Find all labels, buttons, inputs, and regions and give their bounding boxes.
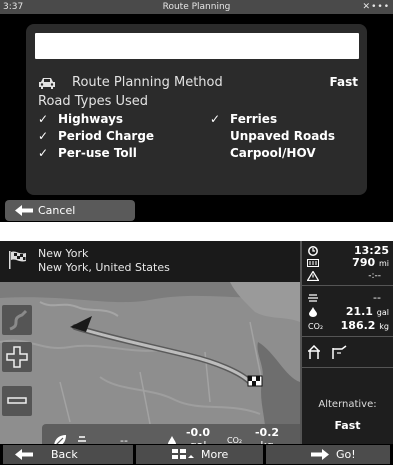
toll-icon [78, 436, 86, 442]
road-type-label: Period Charge [58, 129, 155, 143]
divider [302, 367, 393, 368]
bottom-toolbar: Back More Go! [0, 444, 393, 465]
co2-row: CO₂ 186.2 kg [308, 320, 389, 332]
check-icon: ✓ [38, 146, 49, 160]
route-summary-panel: 13:25 790 mi -:-- -- 21.1 gal CO₂ 186.2 [300, 241, 393, 444]
more-icon [172, 449, 194, 459]
tunnel-icon [308, 345, 320, 359]
zoom-in-button[interactable] [2, 342, 32, 372]
stats-fuel: -0.0 gal [182, 426, 214, 444]
arrow-left-icon [15, 449, 33, 460]
road-type-label: Highways [58, 112, 124, 126]
fuel-drop-icon [168, 436, 176, 444]
road-warning-icon [332, 345, 347, 359]
co2-value: 186.2 [340, 319, 376, 332]
status-indicators: ✕••• [362, 2, 390, 12]
go-label: Go! [336, 448, 356, 461]
distance-value: 790 [352, 256, 376, 269]
stats-co2: -0.2 kg [252, 426, 282, 444]
co2-unit: kg [379, 322, 389, 331]
route-map[interactable]: -- -0.0 gal CO₂ -0.2 kg [0, 282, 300, 444]
stats-distance: -- [120, 434, 128, 444]
road-type-carpool[interactable]: Carpool/HOV [230, 145, 316, 161]
check-icon: ✓ [38, 112, 49, 126]
warning-row: -:-- [308, 270, 389, 282]
route-planning-method-row[interactable]: Route Planning Method Fast [38, 75, 358, 93]
toll-value: -- [373, 291, 381, 304]
route-settings-panel: Route Planning Method Fast Road Types Us… [26, 24, 367, 195]
alternative-value[interactable]: Fast [302, 419, 393, 432]
route-options-button[interactable] [2, 305, 32, 335]
route-icon [9, 309, 28, 331]
check-icon: ✓ [210, 112, 221, 126]
route-method-label: Route Planning Method [72, 75, 223, 90]
back-button[interactable]: Back [3, 445, 133, 464]
road-type-unpaved-roads[interactable]: Unpaved Roads [230, 128, 335, 144]
fuel-row: 21.1 gal [308, 306, 389, 318]
road-type-label: Carpool/HOV [230, 146, 316, 160]
road-type-per-use-toll[interactable]: ✓ Per-use Toll [38, 145, 137, 161]
stats-co2-label: CO₂ [227, 436, 243, 444]
screen-title: Route Planning [162, 2, 231, 12]
arrow-right-icon [311, 449, 329, 460]
destination-header: New York New York, United States [0, 241, 300, 282]
warning-value: -:-- [368, 271, 381, 281]
cancel-label: Cancel [38, 204, 76, 217]
route-method-value: Fast [329, 75, 358, 89]
stats-fuel-value: -0.0 [185, 426, 211, 439]
fuel-value: 21.1 [345, 305, 373, 318]
road-type-label: Per-use Toll [58, 146, 137, 160]
leaf-icon [54, 435, 66, 444]
arrow-left-icon [15, 205, 33, 216]
zoom-out-button[interactable] [2, 386, 32, 416]
cancel-button[interactable]: Cancel [5, 200, 135, 221]
more-label: More [201, 448, 229, 461]
route-overview-screen: New York New York, United States -- -0.0… [0, 241, 393, 465]
road-types-heading: Road Types Used [38, 94, 149, 109]
trip-stats-bar: -- -0.0 gal CO₂ -0.2 kg [42, 424, 300, 444]
car-icon [39, 78, 55, 89]
fuel-unit: gal [376, 308, 389, 317]
plus-icon [6, 346, 28, 368]
divider [302, 285, 393, 286]
divider [302, 336, 393, 337]
status-bar: 3:37 Route Planning ✕••• [0, 0, 393, 14]
route-name-field[interactable] [35, 33, 359, 59]
road-type-label: Unpaved Roads [230, 129, 336, 143]
route-planning-screen: 3:37 Route Planning ✕••• Route Planning … [0, 0, 393, 222]
road-type-highways[interactable]: ✓ Highways [38, 111, 123, 127]
distance-value-group: 790 mi [352, 257, 389, 270]
fuel-value-group: 21.1 gal [346, 306, 389, 319]
alternative-label: Alternative: [318, 399, 377, 410]
distance-row: 790 mi [308, 257, 389, 269]
map-graphic [0, 282, 300, 444]
destination-city: New York [38, 247, 89, 260]
toll-row: -- [308, 292, 389, 304]
destination-address: New York, United States [38, 261, 170, 274]
check-icon: ✓ [38, 129, 49, 143]
co2-label: CO₂ [308, 322, 324, 331]
checkered-flag-icon [9, 251, 26, 269]
bottom-toolbar: Cancel [0, 197, 393, 222]
road-type-period-charge[interactable]: ✓ Period Charge [38, 128, 154, 144]
minus-icon [7, 397, 27, 404]
road-type-ferries[interactable]: ✓ Ferries [210, 111, 277, 127]
back-label: Back [51, 448, 78, 461]
stats-co2-value: -0.2 [254, 426, 280, 439]
co2-value-group: 186.2 kg [341, 320, 389, 333]
distance-unit: mi [378, 259, 389, 268]
more-button[interactable]: More [136, 445, 263, 464]
go-button[interactable]: Go! [266, 445, 390, 464]
road-type-label: Ferries [230, 112, 278, 126]
